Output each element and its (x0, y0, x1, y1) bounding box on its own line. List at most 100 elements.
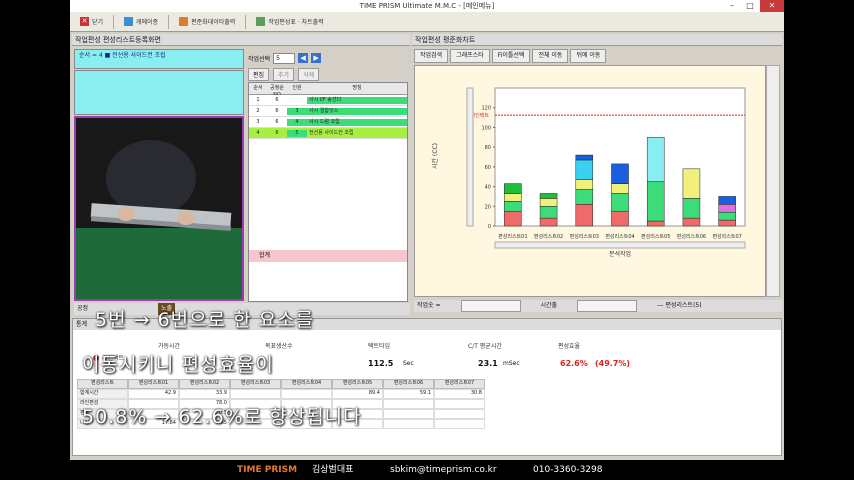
operation-table: 순서공정순NO인원명칭 16사시 I/F 송선다263사시 결합잇스364사시 … (248, 82, 408, 302)
table-header-cell: 명칭 (352, 85, 362, 91)
table-row[interactable]: 4 6 5 전선용 사이드컨 조립 (249, 128, 407, 139)
grid-cell: 42.9 (128, 389, 179, 399)
chart-tab-3[interactable]: 전체 이동 (532, 49, 569, 63)
chart-v-scrollbar[interactable] (466, 87, 474, 227)
footer-brand: TIME PRISM (237, 465, 298, 475)
chart-tab-4[interactable]: 뒤에 이동 (570, 49, 607, 63)
minimize-icon[interactable]: – (724, 0, 740, 12)
target-header: 목표생산수 (265, 343, 293, 350)
output-icon (179, 17, 189, 26)
table-row[interactable]: 1 6 사시 I/F 송선다 (249, 95, 407, 106)
bar-segment[interactable] (539, 217, 558, 227)
bar-segment[interactable] (539, 193, 558, 199)
window-title: TIME PRISM Ultimate M.M.C - [메인메뉴] (359, 2, 495, 10)
grid-cell (383, 419, 434, 429)
bar-segment[interactable] (539, 206, 558, 219)
chart-scrollbar[interactable] (766, 65, 780, 297)
bar-segment[interactable] (504, 193, 522, 202)
delete-button[interactable]: 삭제 (298, 68, 320, 81)
next-icon[interactable]: ▶ (311, 53, 322, 63)
table-row[interactable]: 3 6 4 사시 드럼 조립 (249, 117, 407, 128)
bar-segment[interactable] (682, 168, 701, 199)
bar-segment[interactable] (611, 183, 629, 194)
chart-panel: 0 20 40 60 80 100 120 라인택트 시간 (CC) 분석작업 편성리스트01 편성리… (414, 65, 766, 297)
bar-segment[interactable] (611, 163, 629, 184)
bar-segment[interactable] (646, 220, 665, 227)
x-axis-label: 분석작업 (609, 250, 631, 258)
chart-h-scrollbar[interactable] (494, 241, 746, 249)
y-tick-label: 60 (485, 165, 491, 171)
x-tick-label: 편성리스트06 (677, 233, 706, 240)
caption-line-1: 5번 → 6번으로 한 요소를 (95, 309, 315, 331)
chart-output-button[interactable]: 작업편성표 · 차트출력 (256, 17, 324, 26)
time-label: 시간출 (540, 302, 558, 309)
x-tick-label: 편성리스트03 (570, 233, 599, 240)
bar-segment[interactable] (575, 189, 594, 205)
title-bar: TIME PRISM Ultimate M.M.C - [메인메뉴] – □ ✕ (70, 0, 784, 12)
chart-tab-0[interactable]: 작업검색 (414, 49, 449, 63)
bar-segment[interactable] (504, 183, 522, 194)
x-tick-label: 편성리스트04 (605, 233, 634, 240)
table-body: 1 6 사시 I/F 송선다 2 6 3 사시 결합잇스 3 6 4 사시 드럼 조립 4 6 5 전선용 … (249, 95, 407, 155)
footer-phone: 010-3360-3298 (533, 465, 603, 475)
grid-cell: 33.9 (179, 389, 230, 399)
process-label: 공정 (77, 305, 89, 312)
table-cell: 사시 I/F 송선다 (307, 97, 407, 104)
bar-segment[interactable] (718, 211, 736, 221)
chart-tab-2[interactable]: Fi이틀선택 (491, 49, 531, 63)
y-tick-label: 80 (485, 145, 491, 151)
table-cell: 사시 결합잇스 (307, 108, 407, 115)
grid-cell (383, 409, 434, 419)
bar-segment[interactable] (611, 193, 629, 212)
bar-segment[interactable] (682, 217, 701, 227)
grid-header-cell: 편성리스트 (77, 379, 128, 389)
list-label: --- 편성리스트(5) (657, 302, 702, 309)
grid-header-cell: 편성리스트03 (230, 379, 281, 389)
table-row[interactable]: 2 6 3 사시 결합잇스 (249, 106, 407, 117)
camera-button[interactable]: 캐메이종 (124, 17, 158, 26)
total-label: 합계 (259, 252, 271, 259)
bar-segment[interactable] (504, 210, 522, 227)
x-tick-label: 편성리스트07 (712, 233, 741, 240)
bar-segment[interactable] (718, 196, 736, 205)
close-icon[interactable]: ✕ (760, 0, 784, 12)
add-button[interactable]: 추가 (273, 68, 295, 81)
grid-cell: 59.1 (383, 389, 434, 399)
work-count-label: 작업숫 = (417, 302, 441, 309)
bar-segment[interactable] (504, 201, 522, 212)
bar-segment[interactable] (718, 219, 736, 227)
bar-segment[interactable] (682, 198, 701, 219)
grid-cell (281, 389, 332, 399)
table-cell: 4 (287, 119, 307, 126)
output-button[interactable]: 편준화데이타출력 (179, 17, 235, 26)
table-cell: 2 (256, 108, 260, 114)
bar-segment[interactable] (575, 159, 594, 180)
grid-cell (434, 399, 485, 409)
table-cell: 3 (256, 119, 260, 125)
grid-cell (230, 389, 281, 399)
bar-segment[interactable] (646, 137, 665, 182)
camera-icon (124, 17, 134, 26)
bar-segment[interactable] (611, 210, 629, 227)
op-select-input[interactable]: 5 (273, 52, 296, 64)
table-cell: 6 (275, 130, 279, 136)
op-select-row: 작업선택 5 ◀ ▶ (248, 50, 368, 66)
video-frame[interactable] (74, 116, 244, 301)
chart-tab-1[interactable]: 그래프스타 (450, 49, 490, 63)
edit-button[interactable]: 편집 (248, 68, 270, 81)
bar-segment[interactable] (575, 179, 594, 190)
bar-segment[interactable] (646, 181, 665, 222)
grid-cell: 30.8 (434, 389, 485, 399)
bar-segment[interactable] (539, 198, 558, 207)
work-time-header: 가동시간 (158, 343, 181, 350)
prev-icon[interactable]: ◀ (298, 53, 309, 63)
caption-line-3: 50.8% → 62.6%로 향상됩니다 (82, 406, 362, 428)
bar-segment[interactable] (718, 204, 736, 213)
grid-header-cell: 편성리스트04 (281, 379, 332, 389)
y-tick-label: 0 (488, 224, 491, 230)
close-button[interactable]: ✕ 닫기 (80, 17, 103, 26)
grid-cell: 합계시간 (77, 389, 128, 399)
bar-segment[interactable] (575, 154, 594, 161)
bar-segment[interactable] (575, 204, 594, 227)
maximize-icon[interactable]: □ (742, 0, 758, 12)
